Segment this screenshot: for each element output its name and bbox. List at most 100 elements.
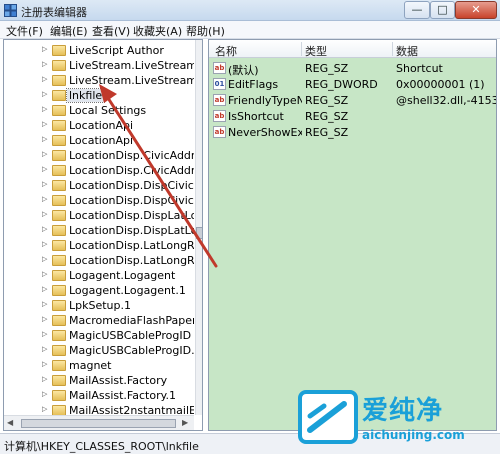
expand-arrow-icon[interactable]: ▷: [42, 90, 47, 98]
value-row[interactable]: ab NeverShowExt REG_SZ: [209, 124, 496, 140]
tree-item[interactable]: ▷ LocationApi: [4, 117, 194, 134]
folder-icon: [52, 105, 66, 116]
status-key-path: 计算机\HKEY_CLASSES_ROOT\lnkfile: [4, 440, 199, 453]
column-header-type[interactable]: 类型: [305, 43, 327, 59]
expand-arrow-icon[interactable]: ▷: [42, 360, 47, 368]
menu-help[interactable]: 帮助(H): [186, 23, 225, 39]
value-name: EditFlags: [228, 78, 279, 91]
value-type: REG_DWORD: [305, 78, 378, 91]
expand-arrow-icon[interactable]: ▷: [42, 60, 47, 68]
tree-item[interactable]: ▷ lnkfile: [4, 87, 194, 104]
value-row[interactable]: abFriendlyTypeN...REG_SZ @shell32.dll,-41…: [209, 92, 496, 108]
column-separator[interactable]: [301, 42, 302, 56]
tree-horizontal-scroll-thumb[interactable]: [21, 419, 176, 428]
column-header-data[interactable]: 数据: [396, 43, 418, 59]
expand-arrow-icon[interactable]: ▷: [42, 285, 47, 293]
tree-item-label: MagicUSBCableProgID.1: [69, 344, 194, 357]
scroll-left-icon[interactable]: ◀: [7, 418, 13, 427]
folder-icon: [52, 390, 66, 401]
tree-item[interactable]: ▷ LiveStream.LiveStream.1: [4, 72, 194, 89]
folder-icon: [52, 135, 66, 146]
expand-arrow-icon[interactable]: ▷: [42, 105, 47, 113]
expand-arrow-icon[interactable]: ▷: [42, 300, 47, 308]
value-type: REG_SZ: [305, 94, 349, 107]
expand-arrow-icon[interactable]: ▷: [42, 195, 47, 203]
value-type: REG_SZ: [305, 110, 349, 123]
string-value-icon: ab: [213, 110, 226, 122]
value-row[interactable]: ab IsShortcut REG_SZ: [209, 108, 496, 124]
folder-icon: [52, 120, 66, 131]
menu-favorites[interactable]: 收藏夹(A): [133, 23, 182, 39]
minimize-button[interactable]: —: [404, 1, 430, 19]
tree-horizontal-scrollbar[interactable]: ◀ ▶: [4, 415, 194, 430]
menu-file[interactable]: 文件(F): [6, 23, 43, 39]
tree-item[interactable]: ▷ LocationDisp.LatLongReport: [4, 252, 194, 269]
value-row[interactable]: ab (默认) REG_SZ Shortcut: [209, 60, 496, 77]
expand-arrow-icon[interactable]: ▷: [42, 210, 47, 218]
expand-arrow-icon[interactable]: ▷: [42, 165, 47, 173]
window-title: 注册表编辑器: [21, 6, 87, 19]
expand-arrow-icon[interactable]: ▷: [42, 45, 47, 53]
expand-arrow-icon[interactable]: ▷: [42, 255, 47, 263]
tree-item[interactable]: ▷ LocationDisp.DispCivicAddre: [4, 192, 194, 209]
tree-item[interactable]: ▷ LocationDisp.DispLatLongRe: [4, 222, 194, 239]
tree-item[interactable]: ▷ MailAssist.Factory: [4, 372, 194, 389]
tree-item[interactable]: ▷ LocationDisp.CivicAddressRe: [4, 162, 194, 179]
tree-item[interactable]: ▷ LpkSetup.1: [4, 297, 194, 314]
column-header-name[interactable]: 名称: [215, 43, 237, 59]
tree-item[interactable]: ▷ Local Settings: [4, 102, 194, 119]
expand-arrow-icon[interactable]: ▷: [42, 240, 47, 248]
expand-arrow-icon[interactable]: ▷: [42, 405, 47, 413]
tree-item[interactable]: ▷ LocationDisp.LatLongReport: [4, 237, 194, 254]
tree-item[interactable]: ▷ LocationDisp.DispLatLongRe: [4, 207, 194, 224]
tree-item[interactable]: ▷ MagicUSBCableProgID: [4, 327, 194, 344]
expand-arrow-icon[interactable]: ▷: [42, 345, 47, 353]
scroll-right-icon[interactable]: ▶: [182, 418, 188, 427]
close-icon: ✕: [471, 3, 481, 16]
watermark-url: aichunjing.com: [362, 428, 465, 442]
tree-item[interactable]: ▷ MagicUSBCableProgID.1: [4, 342, 194, 359]
expand-arrow-icon[interactable]: ▷: [42, 150, 47, 158]
folder-icon: [52, 240, 66, 251]
tree-item[interactable]: ▷ LiveStream.LiveStream: [4, 57, 194, 74]
folder-icon: [52, 150, 66, 161]
expand-arrow-icon[interactable]: ▷: [42, 225, 47, 233]
expand-arrow-icon[interactable]: ▷: [42, 75, 47, 83]
tree-item[interactable]: ▷ magnet: [4, 357, 194, 374]
expand-arrow-icon[interactable]: ▷: [42, 375, 47, 383]
menu-edit[interactable]: 编辑(E): [50, 23, 88, 39]
folder-icon: [52, 225, 66, 236]
tree-item[interactable]: ▷ MacromediaFlashPaper.Mac: [4, 312, 194, 329]
tree-item-label: LpkSetup.1: [69, 299, 131, 312]
tree-item[interactable]: ▷ LocationDisp.CivicAddressRe: [4, 147, 194, 164]
tree-item[interactable]: ▷ Logagent.Logagent.1: [4, 282, 194, 299]
column-separator[interactable]: [392, 42, 393, 56]
registry-editor-icon: [4, 4, 17, 17]
expand-arrow-icon[interactable]: ▷: [42, 270, 47, 278]
list-header: 名称 类型 数据: [209, 40, 496, 59]
expand-arrow-icon[interactable]: ▷: [42, 390, 47, 398]
tree-item[interactable]: ▷ LocationDisp.DispCivicAddre: [4, 177, 194, 194]
expand-arrow-icon[interactable]: ▷: [42, 330, 47, 338]
maximize-button[interactable]: □: [430, 1, 455, 19]
folder-icon: [52, 285, 66, 296]
tree-item-label: MagicUSBCableProgID: [69, 329, 192, 342]
tree-item[interactable]: ▷ LiveScript Author: [4, 42, 194, 59]
expand-arrow-icon[interactable]: ▷: [42, 120, 47, 128]
value-row[interactable]: 01 EditFlags REG_DWORD 0x00000001 (1): [209, 76, 496, 92]
registry-key-tree[interactable]: ▷MailAssist2nstantmailEntry▷MailAssist.F…: [3, 39, 203, 431]
registry-values-list[interactable]: 名称 类型 数据 ab (默认) REG_SZ Shortcut 01 EditFlags…: [208, 39, 497, 431]
tree-item-label: MacromediaFlashPaper.Mac: [69, 314, 194, 327]
menu-view[interactable]: 查看(V): [92, 23, 130, 39]
tree-item[interactable]: ▷ Logagent.Logagent: [4, 267, 194, 284]
expand-arrow-icon[interactable]: ▷: [42, 315, 47, 323]
folder-icon: [52, 165, 66, 176]
tree-item[interactable]: ▷ MailAssist.Factory.1: [4, 387, 194, 404]
expand-arrow-icon[interactable]: ▷: [42, 180, 47, 188]
expand-arrow-icon[interactable]: ▷: [42, 135, 47, 143]
tree-vertical-scroll-thumb[interactable]: [196, 227, 202, 239]
close-button[interactable]: ✕: [455, 1, 497, 19]
tree-item[interactable]: ▷ LocationApi: [4, 132, 194, 149]
value-type: REG_SZ: [305, 126, 349, 139]
tree-item-label: LocationDisp.LatLongReport: [69, 254, 194, 267]
